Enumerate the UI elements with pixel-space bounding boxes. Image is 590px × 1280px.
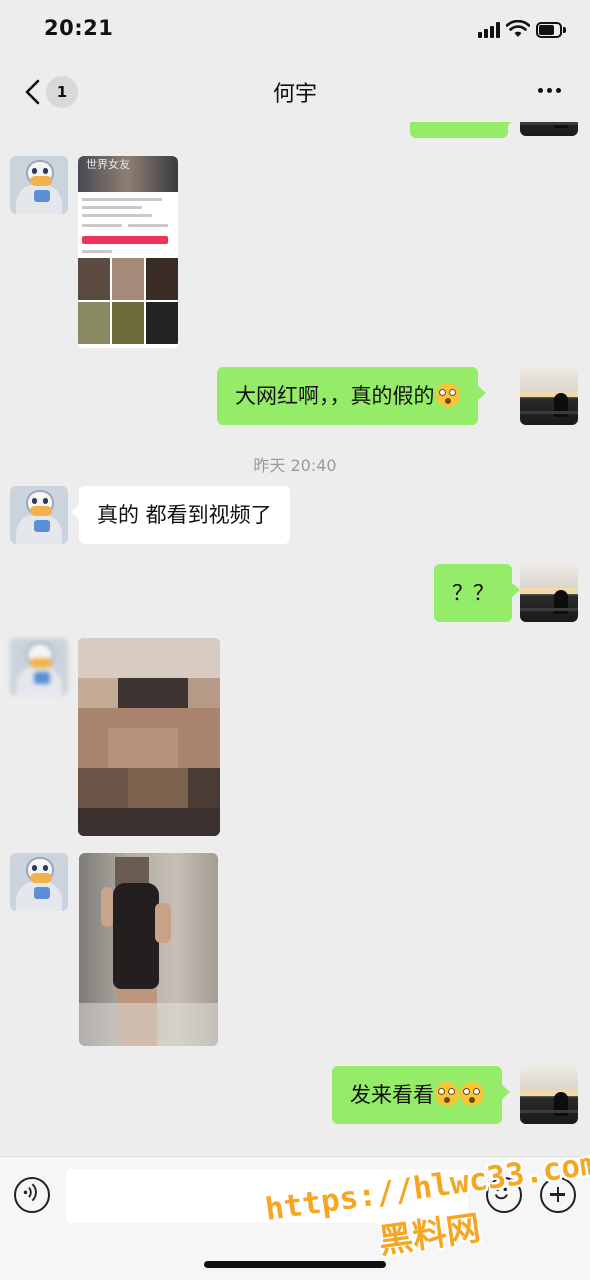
chat-area[interactable]: 世界女友 大网红啊，，真的假的 昨天 20:40 真的 都看到视频了 ？？ 发来… xyxy=(0,122,590,1156)
message-text: 大网红啊，，真的假的 xyxy=(235,384,435,408)
chat-title: 何宇 xyxy=(272,82,317,107)
status-time: 20:21 xyxy=(44,16,114,40)
message-bubble-outgoing[interactable]: 大网红啊，，真的假的 xyxy=(217,367,485,425)
message-text: ？？ xyxy=(452,581,494,605)
my-avatar[interactable] xyxy=(520,367,578,425)
image-message-screenshot[interactable]: 世界女友 xyxy=(78,156,178,348)
contact-avatar[interactable] xyxy=(10,486,68,544)
battery-icon xyxy=(536,22,566,38)
more-dots-icon[interactable] xyxy=(530,80,570,100)
contact-avatar[interactable] xyxy=(10,156,68,214)
flushed-face-emoji-icon xyxy=(435,383,460,407)
my-avatar[interactable] xyxy=(520,1066,578,1124)
message-bubble-outgoing[interactable]: 发来看看 xyxy=(332,1066,510,1124)
message-bubble-incoming[interactable]: 真的 都看到视频了 xyxy=(71,486,290,544)
flushed-face-emoji-icon xyxy=(435,1082,459,1106)
voice-icon[interactable] xyxy=(14,1177,50,1213)
home-indicator[interactable] xyxy=(204,1261,386,1268)
message-text: 发来看看 xyxy=(350,1083,434,1107)
signal-icon xyxy=(478,22,502,38)
image-message-blurred[interactable] xyxy=(78,638,220,836)
message-bubble-outgoing[interactable]: ？？ xyxy=(434,564,520,622)
nav-bar: 1 何宇 xyxy=(0,60,590,122)
status-bar: 20:21 xyxy=(0,0,590,60)
timestamp: 昨天 20:40 xyxy=(253,456,337,475)
contact-avatar[interactable] xyxy=(10,853,68,911)
wifi-icon xyxy=(506,20,530,37)
thumbnail-follow-button xyxy=(82,236,168,244)
my-avatar[interactable] xyxy=(520,564,578,622)
contact-avatar[interactable] xyxy=(10,638,68,696)
flushed-face-emoji-icon xyxy=(460,1082,484,1106)
my-avatar[interactable] xyxy=(520,122,578,136)
thumbnail-banner-text: 世界女友 xyxy=(86,158,130,171)
previous-message-bubble[interactable] xyxy=(410,122,516,138)
image-message-photo[interactable] xyxy=(79,853,218,1046)
message-text: 真的 都看到视频了 xyxy=(97,503,272,527)
